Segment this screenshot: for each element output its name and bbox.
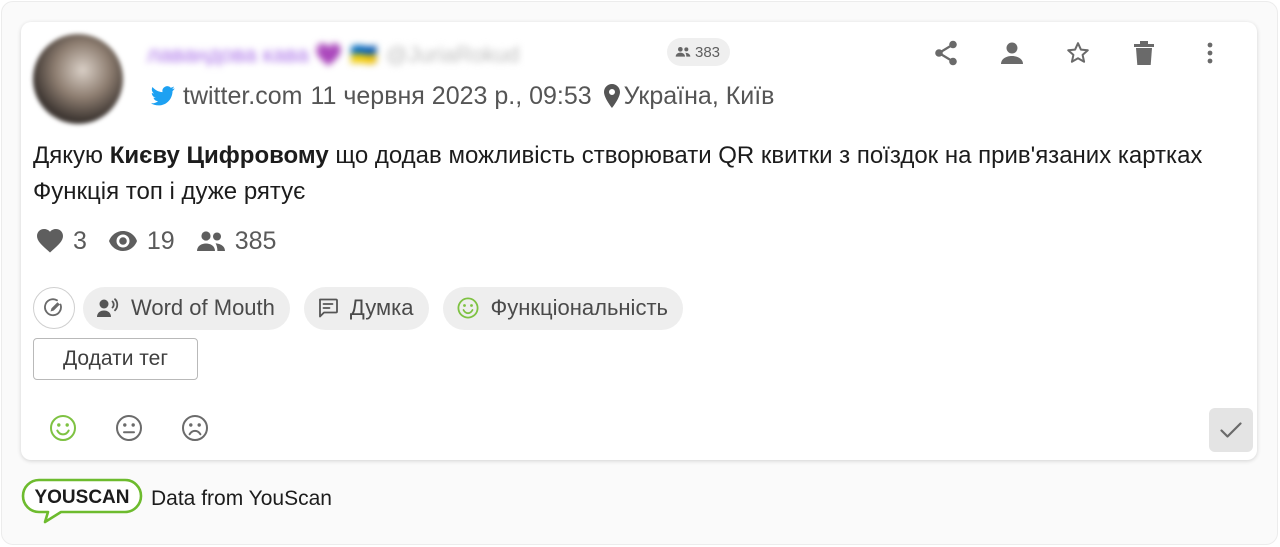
author-line[interactable]: лавандова кава 💜 🇺🇦 @JuriaRokud xyxy=(147,40,519,70)
tags-row: Word of Mouth Думка Функціональність xyxy=(33,286,683,330)
tag-word-of-mouth[interactable]: Word of Mouth xyxy=(83,286,290,330)
favorite-button[interactable] xyxy=(1045,36,1111,70)
tag-label: Думка xyxy=(349,295,414,320)
share-button[interactable] xyxy=(913,36,979,70)
heart-icon xyxy=(37,229,63,253)
likes-count: 3 xyxy=(73,226,87,255)
action-toolbar xyxy=(913,36,1243,70)
post-text: Дякую Києву Цифровому що додав можливіст… xyxy=(33,138,1248,210)
tag-label: Word of Mouth xyxy=(131,295,275,320)
post-text-before: Дякую xyxy=(33,142,110,169)
data-source-credit: Data from YouScan xyxy=(151,487,332,510)
share-icon xyxy=(934,40,958,66)
tag-functionality[interactable]: Функціональність xyxy=(442,286,683,330)
speaker-person-icon xyxy=(97,298,119,318)
youscan-logo: YOUSCAN xyxy=(21,478,143,526)
likes-stat: 3 xyxy=(37,227,87,256)
tag-label: Функціональність xyxy=(490,295,668,320)
neutral-sentiment-icon[interactable] xyxy=(115,414,143,442)
eye-icon xyxy=(108,231,137,251)
people-icon xyxy=(196,231,225,251)
sentiment-selector xyxy=(49,412,209,444)
avatar[interactable] xyxy=(33,34,123,124)
author-profile-button[interactable] xyxy=(979,36,1045,70)
comment-icon xyxy=(318,298,338,318)
positive-sentiment-icon[interactable] xyxy=(49,414,77,442)
footer: YOUSCAN Data from YouScan xyxy=(21,478,332,526)
people-icon xyxy=(675,46,691,58)
reach-stat: 385 xyxy=(196,226,277,256)
audience-count: 383 xyxy=(695,43,721,61)
author-handle: @JuriaRokud xyxy=(385,42,520,67)
views-stat: 19 xyxy=(108,226,175,256)
twitter-icon xyxy=(151,85,175,107)
author-flag-emoji: 🇺🇦 xyxy=(350,42,378,67)
source-line: twitter.com 11 червня 2023 р., 09:53 Укр… xyxy=(151,80,774,112)
trash-icon xyxy=(1134,41,1154,65)
post-date: 11 червня 2023 р., 09:53 xyxy=(310,81,592,110)
audience-badge: 383 xyxy=(667,38,731,66)
youscan-logo-text: YOUSCAN xyxy=(34,487,129,508)
location-pin-icon xyxy=(603,84,620,108)
check-icon xyxy=(1220,421,1242,439)
auto-tag-button[interactable] xyxy=(33,287,75,329)
more-vertical-icon xyxy=(1207,42,1213,64)
mark-processed-button[interactable] xyxy=(1209,408,1253,452)
source-domain[interactable]: twitter.com xyxy=(183,82,302,111)
author-name: лавандова кава 💜 xyxy=(147,42,343,67)
add-tag-button[interactable]: Додати тег xyxy=(33,338,198,380)
negative-sentiment-icon[interactable] xyxy=(181,414,209,442)
person-icon xyxy=(1001,42,1023,64)
post-text-mention: Києву Цифровому xyxy=(109,142,329,169)
views-count: 19 xyxy=(146,226,175,255)
tag-opinion[interactable]: Думка xyxy=(303,286,429,330)
smile-icon xyxy=(456,297,479,319)
location: Україна, Київ xyxy=(603,81,775,111)
reach-count: 385 xyxy=(234,226,277,255)
engagement-stats: 3 19 385 xyxy=(37,224,276,258)
delete-button[interactable] xyxy=(1111,36,1177,70)
edit-circle-icon xyxy=(44,298,64,318)
more-options-button[interactable] xyxy=(1177,36,1243,70)
mention-card: лавандова кава 💜 🇺🇦 @JuriaRokud 383 twit… xyxy=(21,22,1257,460)
location-text: Україна, Київ xyxy=(623,81,775,110)
star-icon xyxy=(1066,41,1090,65)
